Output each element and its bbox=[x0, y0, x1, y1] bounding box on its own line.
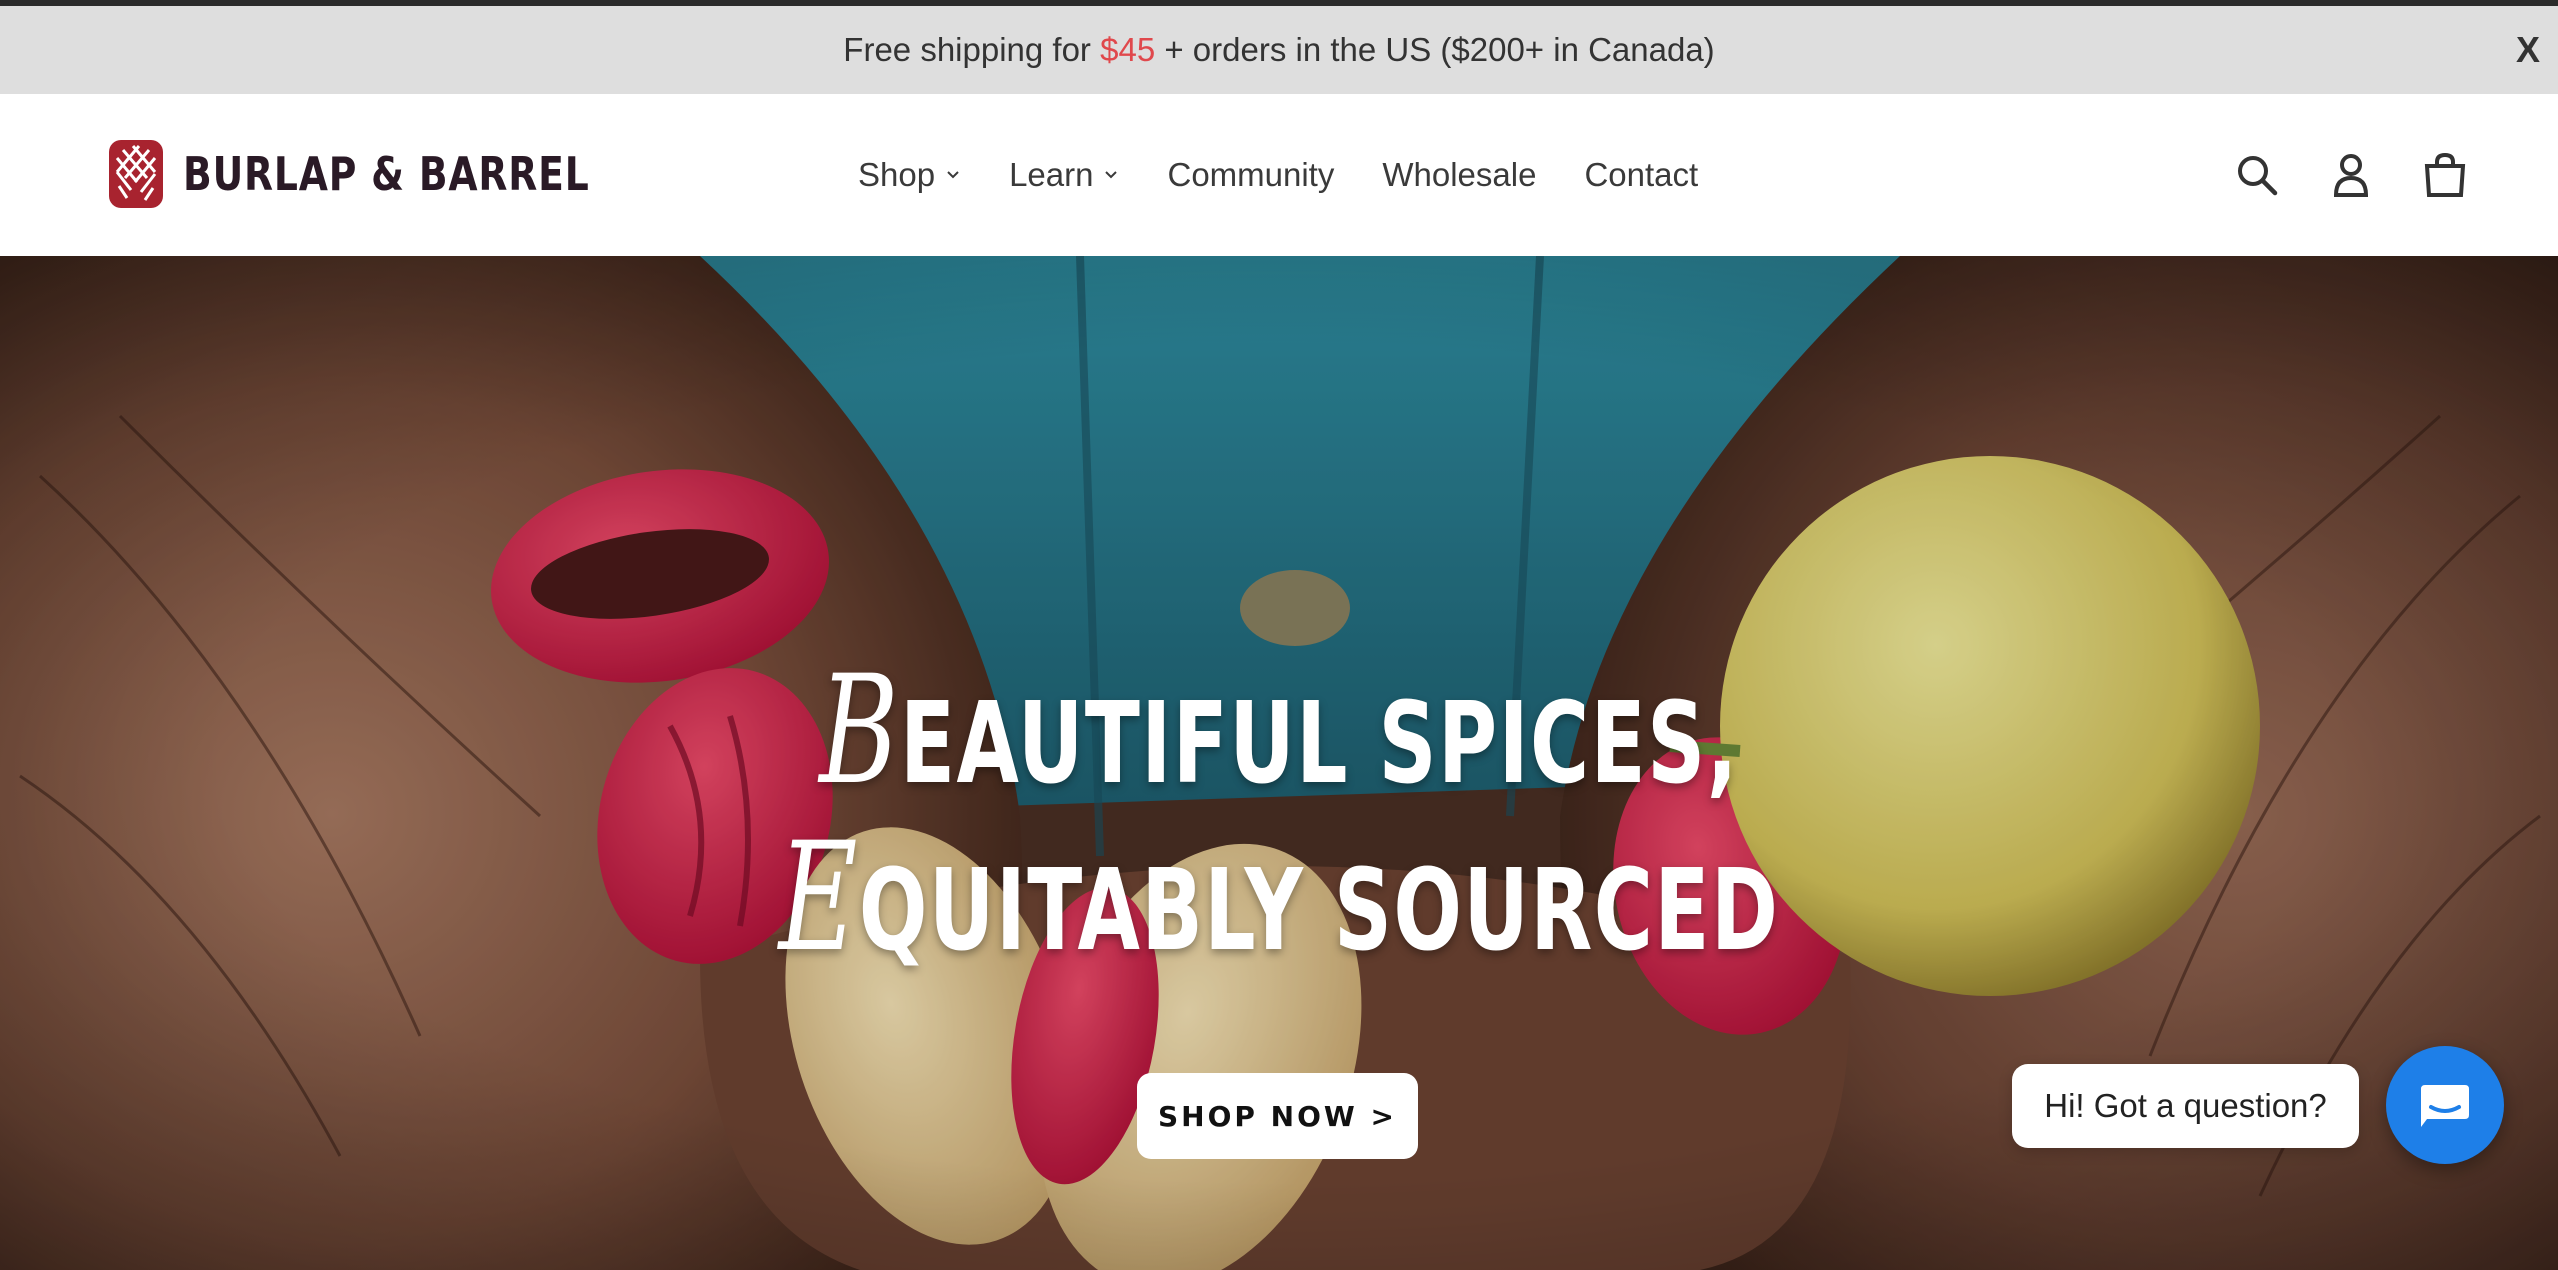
announcement-text-end: + orders in the US ($200+ in Canada) bbox=[1155, 31, 1715, 68]
announcement-price: $45 bbox=[1100, 31, 1156, 68]
site-header: BURLAP & BARREL Shop Learn Community Who… bbox=[0, 94, 2558, 256]
chat-launcher-button[interactable] bbox=[2386, 1046, 2504, 1164]
announcement-close-button[interactable]: X bbox=[2516, 29, 2540, 71]
nav-contact[interactable]: Contact bbox=[1584, 156, 1698, 194]
chat-prompt-bubble[interactable]: Hi! Got a question? bbox=[2012, 1064, 2359, 1148]
cart-icon bbox=[2424, 152, 2466, 197]
chat-icon bbox=[2421, 1085, 2469, 1127]
hero-headline-line-1: BEAUTIFUL SPICES, bbox=[0, 644, 2558, 818]
search-icon bbox=[2238, 156, 2278, 196]
brand-logo[interactable]: BURLAP & BARREL bbox=[107, 134, 679, 214]
hero-headline-line-2: EQUITABLY SOURCED bbox=[0, 811, 2558, 985]
headline-1-text: EAUTIFUL SPICES, bbox=[900, 679, 1739, 809]
main-nav: Shop Learn Community Wholesale Contact bbox=[858, 94, 1746, 256]
nav-shop-label: Shop bbox=[858, 156, 936, 193]
headline-2-text: QUITABLY SOURCED bbox=[858, 846, 1780, 976]
headline-2-drop-cap: E bbox=[778, 811, 859, 985]
hero-banner: BEAUTIFUL SPICES, EQUITABLY SOURCED SHOP… bbox=[0, 256, 2558, 1270]
brand-name: BURLAP & BARREL bbox=[183, 147, 590, 201]
nav-community[interactable]: Community bbox=[1167, 156, 1334, 194]
nav-learn[interactable]: Learn bbox=[1009, 156, 1119, 194]
search-button[interactable] bbox=[2234, 152, 2280, 198]
burlap-logo-icon bbox=[109, 140, 163, 208]
shop-now-button[interactable]: SHOP NOW > bbox=[1137, 1073, 1418, 1159]
chevron-down-icon bbox=[1105, 171, 1118, 179]
cart-button[interactable] bbox=[2422, 152, 2468, 198]
nav-learn-label: Learn bbox=[1009, 156, 1094, 193]
headline-1-drop-cap: B bbox=[819, 644, 901, 818]
announcement-bar: Free shipping for $45 + orders in the US… bbox=[0, 6, 2558, 94]
account-button[interactable] bbox=[2328, 152, 2374, 198]
account-icon bbox=[2333, 154, 2369, 197]
nav-shop[interactable]: Shop bbox=[858, 156, 961, 194]
header-icons bbox=[2234, 94, 2468, 256]
announcement-text-start: Free shipping for bbox=[843, 31, 1101, 68]
nav-wholesale[interactable]: Wholesale bbox=[1382, 156, 1536, 194]
chevron-down-icon bbox=[947, 171, 959, 179]
